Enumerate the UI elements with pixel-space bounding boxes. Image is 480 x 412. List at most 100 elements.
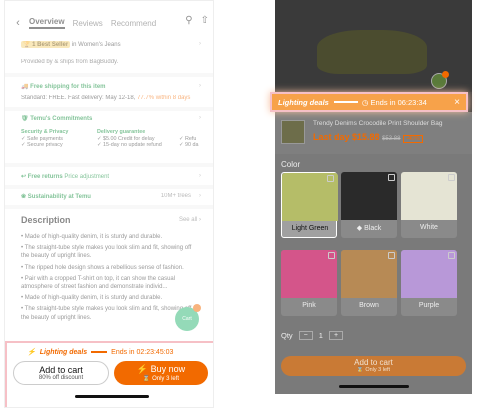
leaf-icon: ❀	[21, 194, 27, 200]
quantity-stepper: Qty − 1 +	[281, 331, 344, 340]
qty-minus-button[interactable]: −	[298, 331, 313, 340]
commitments-title: Temu's Commitments	[30, 116, 93, 122]
tab-reviews[interactable]: Reviews	[73, 19, 103, 28]
list-item: • The straight-tube style makes you look…	[21, 306, 192, 321]
option-label: White	[420, 224, 438, 231]
return-icon: ↩	[21, 174, 27, 180]
qty-plus-button[interactable]: +	[328, 331, 344, 340]
color-label: Color	[281, 160, 301, 169]
zoom-icon[interactable]	[328, 252, 335, 259]
option-label: Pink	[302, 302, 316, 309]
best-seller-row[interactable]: 🏆 1 Best Seller in Women's Jeans ›	[21, 41, 201, 48]
deal-countdown: Ends in 06:23:34	[370, 97, 427, 107]
option-label: Brown	[359, 302, 379, 309]
color-option-black[interactable]: ◆ Black	[341, 172, 397, 238]
commitment-item: ✓ 90 da	[179, 142, 199, 148]
chevron-right-icon: ›	[199, 193, 201, 199]
add-to-cart-button[interactable]: Add to cart 80% off discount	[13, 361, 109, 385]
sheet-header: Trendy Denims Crocodile Print Shoulder B…	[275, 112, 472, 154]
chevron-right-icon: ›	[199, 173, 201, 179]
buy-now-label: ⚡ Buy now	[136, 364, 186, 374]
divider	[5, 73, 213, 77]
chevron-right-icon: ›	[199, 83, 201, 89]
zoom-icon[interactable]	[448, 252, 455, 259]
product-page-phone: ‹ Overview Reviews Recommend ⚲ ⇧ 🏆 1 Bes…	[4, 0, 214, 408]
description-bullets: • Made of high-quality denim, it is stur…	[21, 233, 197, 325]
deal-countdown: Ends in 02:23:45:03	[111, 348, 174, 356]
shipping-row[interactable]: 🚚 Free shipping for this item ›	[21, 83, 201, 90]
description-title: Description	[21, 215, 71, 225]
clock-icon: ◷	[361, 97, 371, 107]
lighting-deals-line: ⚡ Lighting deals Ends in 02:23:45:03	[27, 348, 197, 357]
lighting-deals-banner[interactable]: Lighting deals ◷ Ends in 06:23:34 ×	[270, 92, 468, 112]
buy-now-button[interactable]: ⚡ Buy now ⌛ Only 3 left	[114, 361, 208, 385]
share-icon[interactable]: ⇧	[201, 15, 209, 26]
back-icon[interactable]: ‹	[11, 17, 25, 29]
sheet-add-to-cart-button[interactable]: Add to cart ⌛ Only 3 left	[281, 356, 466, 376]
price-row: Last day $15.88 $53.88 -40%	[313, 132, 423, 143]
commitment-item: ✓ Secure privacy	[21, 142, 63, 148]
only-left-label: ⌛ Only 3 left	[356, 367, 391, 373]
deal-progress-bar	[333, 101, 358, 103]
color-option-white[interactable]: White	[401, 172, 457, 238]
search-icon[interactable]: ⚲	[185, 15, 192, 26]
zoom-icon[interactable]	[388, 174, 395, 181]
home-indicator	[339, 385, 409, 388]
product-page-dimmed: ‹ Overview Reviews Recommend ⚲ ⇧ 🏆 1 Bes…	[5, 1, 213, 343]
add-to-cart-label: Add to cart	[39, 365, 83, 375]
cart-count-badge	[442, 71, 449, 78]
see-all-link[interactable]: See all ›	[179, 217, 201, 223]
floating-cart-button[interactable]: Cart	[175, 304, 201, 331]
qty-value[interactable]: 1	[319, 331, 323, 340]
qty-label: Qty	[281, 331, 293, 340]
zoom-icon[interactable]	[327, 175, 334, 182]
color-option-brown[interactable]: Brown	[341, 250, 397, 316]
old-price: $53.88	[382, 136, 401, 142]
cart-count-badge	[193, 304, 201, 312]
chevron-right-icon: ›	[199, 41, 201, 47]
tab-recommend[interactable]: Recommend	[111, 19, 156, 28]
sustainability-row[interactable]: ❀ Sustainability at Temu 10M+ trees ›	[21, 193, 201, 200]
price-label: Last day	[313, 132, 350, 142]
product-thumbnail	[281, 120, 305, 144]
tab-overview[interactable]: Overview	[29, 17, 65, 29]
purchase-bar: ⚡ Lighting deals Ends in 02:23:45:03 Add…	[5, 341, 213, 407]
shipping-rate: 77.7% within 8 days	[137, 95, 191, 101]
best-seller-badge: 🏆 1 Best Seller	[21, 41, 71, 48]
only-left-label: ⌛ Only 3 left	[142, 376, 180, 382]
lighting-deals-label: Lighting deals	[39, 348, 88, 356]
discount-label: 80% off discount	[38, 375, 84, 381]
provided-by: Provided by & ships from BagBuddy.	[21, 59, 119, 65]
color-option-light-green[interactable]: Light Green	[281, 172, 338, 238]
top-nav: ‹ Overview Reviews Recommend ⚲ ⇧	[5, 13, 213, 33]
truck-icon: 🚚	[21, 84, 29, 90]
best-seller-text: in Women's Jeans	[71, 42, 121, 48]
sustainability-title: Sustainability at Temu	[27, 194, 91, 200]
bag-image	[317, 30, 427, 74]
divider	[5, 107, 213, 111]
zoom-icon[interactable]	[448, 174, 455, 181]
zoom-icon[interactable]	[388, 252, 395, 259]
floating-cart-button[interactable]	[431, 71, 449, 89]
list-item: • Pair with a cropped T-shirt on top, it…	[21, 275, 176, 291]
color-option-pink[interactable]: Pink	[281, 250, 337, 316]
variant-sheet: Trendy Denims Crocodile Print Shoulder B…	[275, 112, 472, 394]
list-item: • Made of high-quality denim, it is stur…	[21, 234, 163, 240]
chevron-right-icon: ›	[199, 115, 201, 121]
discount-badge: -40%	[402, 135, 423, 143]
shield-icon: 🛡	[21, 116, 29, 122]
close-icon[interactable]: ×	[454, 97, 460, 108]
home-indicator	[75, 395, 149, 398]
returns-row[interactable]: ↩ Free returns Price adjustment ›	[21, 173, 201, 180]
list-item: • The straight-tube style makes you look…	[21, 245, 192, 260]
shipping-title: Free shipping for this item	[30, 84, 106, 90]
lightning-icon: ⚡	[27, 349, 36, 356]
color-option-purple[interactable]: Purple	[401, 250, 457, 316]
current-price: $15.88	[352, 132, 380, 142]
divider	[5, 163, 213, 167]
commitments-row[interactable]: 🛡 Temu's Commitments ›	[21, 115, 201, 122]
divider	[5, 185, 213, 189]
add-to-cart-label: Add to cart	[354, 358, 393, 367]
product-title: Trendy Denims Crocodile Print Shoulder B…	[313, 120, 443, 127]
trees-count: 10M+ trees	[160, 193, 191, 199]
